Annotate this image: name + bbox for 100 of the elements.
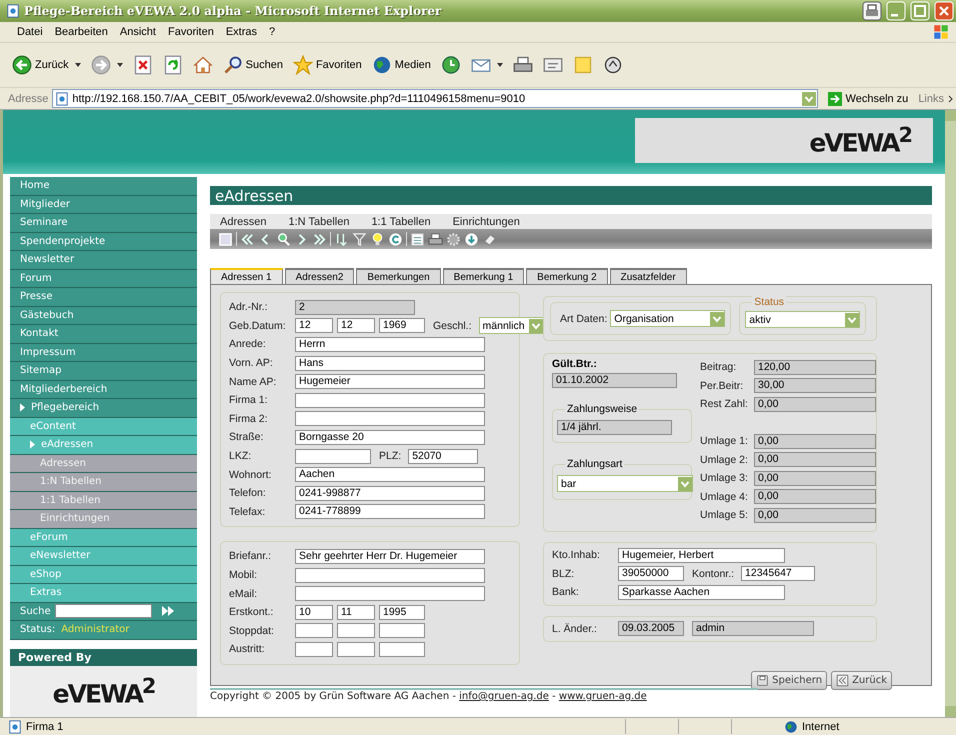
sidebar-item[interactable]: Mitgliederbereich — [10, 380, 197, 399]
amount-field[interactable]: 0,00 — [754, 434, 876, 449]
email-link[interactable]: info@gruen-ag.de — [459, 691, 549, 702]
lightbulb-icon[interactable] — [370, 232, 385, 246]
amount-field[interactable]: 0,00 — [754, 470, 876, 486]
sidebar-item[interactable]: Gästebuch — [10, 306, 197, 325]
text-field[interactable]: Sparkasse Aachen — [618, 584, 785, 600]
amount-field[interactable]: 0,00 — [754, 489, 876, 504]
sidebar-item[interactable]: Spendenprojekte — [10, 232, 197, 251]
menu-item[interactable]: Datei — [17, 26, 43, 38]
tab[interactable]: Zusatzfelder — [610, 268, 687, 284]
address-field[interactable]: http://192.168.150.7/AA_CEBIT_05/work/evewa2.0/showsite.php?d=1110496158menu=9010 — [52, 89, 818, 108]
date-field[interactable]: 01.10.2002 — [552, 373, 677, 388]
tab[interactable]: Adressen2 — [284, 268, 354, 284]
dropdown-field[interactable]: bar — [557, 475, 693, 492]
menu-item[interactable]: 1:1 Tabellen — [371, 216, 431, 228]
sidebar-item[interactable]: Home — [10, 177, 197, 196]
search-field[interactable] — [54, 604, 152, 618]
text-field[interactable]: Aachen — [295, 467, 485, 482]
menu-item[interactable]: 1:N Tabellen — [288, 216, 350, 228]
double-right-arrow-icon[interactable] — [312, 232, 327, 246]
sidebar-item[interactable]: Presse — [10, 288, 197, 306]
amount-field[interactable]: 0,00 — [754, 396, 876, 412]
number-field[interactable]: 2 — [295, 300, 415, 315]
date-field[interactable]: 10 — [295, 604, 333, 620]
date-field[interactable]: 09.03.2005 — [618, 621, 684, 636]
menu-item[interactable]: Favoriten — [168, 26, 214, 38]
date-field[interactable]: 1969 — [379, 318, 425, 334]
printer-icon[interactable] — [862, 1, 882, 21]
text-field[interactable] — [295, 411, 485, 426]
toolbar-button[interactable]: Suchen — [218, 53, 287, 77]
tab[interactable]: Adressen 1 — [210, 268, 283, 284]
sidebar-item[interactable]: Impressum — [10, 344, 197, 362]
text-field[interactable]: admin — [692, 621, 814, 636]
menu-item[interactable]: Extras — [226, 26, 258, 38]
text-field[interactable]: Sehr geehrter Herr Dr. Hugemeier — [295, 548, 485, 564]
dropdown-field[interactable]: Organisation — [610, 310, 726, 327]
sidebar-item[interactable]: Newsletter — [10, 251, 197, 270]
sidebar-item[interactable]: Forum — [10, 270, 197, 288]
menu-item[interactable]: Ansicht — [120, 26, 156, 38]
date-field[interactable] — [379, 623, 425, 638]
date-field[interactable] — [295, 623, 333, 638]
text-field[interactable]: Hugemeier, Herbert — [618, 548, 785, 563]
menu-item[interactable]: ? — [269, 26, 276, 38]
save-button[interactable]: Speichern — [751, 670, 828, 690]
sidebar-item[interactable]: Kontakt — [10, 325, 197, 344]
menu-item[interactable]: Bearbeiten — [54, 26, 108, 38]
close-button[interactable] — [934, 1, 954, 21]
date-field[interactable] — [379, 642, 425, 657]
text-field[interactable] — [295, 568, 485, 583]
text-field[interactable]: Borngasse 20 — [295, 430, 485, 445]
back-button[interactable]: Zurück — [831, 670, 892, 690]
go-button[interactable]: Wechseln zu — [822, 92, 914, 106]
dropdown-field[interactable]: männlich — [478, 317, 544, 334]
toolbar-button[interactable]: Favoriten — [288, 53, 366, 77]
tab[interactable]: Bemerkungen — [356, 268, 441, 284]
text-field[interactable]: 52070 — [408, 448, 478, 464]
sidebar-item[interactable]: Sitemap — [10, 362, 197, 380]
date-field[interactable]: 12 — [337, 318, 375, 334]
text-field[interactable]: 39050000 — [618, 566, 684, 582]
date-field[interactable]: 12 — [295, 318, 333, 334]
window-icon[interactable] — [218, 232, 233, 246]
amount-field[interactable]: 30,00 — [754, 378, 876, 394]
text-field[interactable] — [295, 392, 485, 408]
text-field[interactable]: Hans — [295, 356, 485, 371]
fast-forward-icon[interactable] — [162, 606, 174, 616]
menu-item[interactable]: Einrichtungen — [452, 216, 520, 228]
double-left-arrow-icon[interactable] — [240, 232, 255, 246]
sidebar-item[interactable]: Seminare — [10, 214, 197, 232]
list-icon[interactable] — [410, 232, 425, 246]
date-field[interactable] — [337, 642, 375, 657]
text-field[interactable]: 0241-998877 — [295, 486, 485, 501]
date-field[interactable]: 1995 — [379, 604, 425, 620]
text-field[interactable] — [295, 586, 485, 602]
magnifier-icon[interactable] — [276, 232, 291, 246]
text-field[interactable]: 0241-778899 — [295, 504, 485, 520]
website-link[interactable]: www.gruen-ag.de — [558, 691, 647, 702]
sidebar-item[interactable]: Pflegebereich — [10, 399, 197, 418]
sort-icon[interactable] — [334, 232, 349, 246]
text-field[interactable] — [295, 448, 371, 464]
text-field[interactable]: 1/4 jährl. — [557, 420, 672, 435]
maximize-button[interactable] — [910, 1, 930, 21]
date-field[interactable] — [295, 642, 333, 657]
dropdown-field[interactable]: aktiv — [745, 311, 860, 328]
text-field[interactable]: Herrn — [295, 336, 485, 352]
toolbar-button[interactable]: Medien — [368, 53, 435, 77]
date-field[interactable] — [337, 623, 375, 638]
sidebar-item[interactable]: Mitglieder — [10, 196, 197, 214]
printer-icon[interactable] — [428, 232, 443, 246]
amount-field[interactable]: 0,00 — [754, 508, 876, 523]
tab[interactable]: Bemerkung 1 — [442, 268, 524, 284]
amount-field[interactable]: 120,00 — [754, 360, 876, 375]
download-icon[interactable] — [464, 232, 479, 246]
tab[interactable]: Bemerkung 2 — [526, 268, 608, 284]
date-field[interactable]: 11 — [337, 604, 375, 620]
menu-item[interactable]: Adressen — [220, 216, 266, 228]
refresh-icon[interactable] — [388, 232, 403, 246]
toolbar-button[interactable]: Zurück — [8, 53, 85, 77]
text-field[interactable]: Hugemeier — [295, 374, 485, 390]
filter-icon[interactable] — [352, 232, 367, 246]
